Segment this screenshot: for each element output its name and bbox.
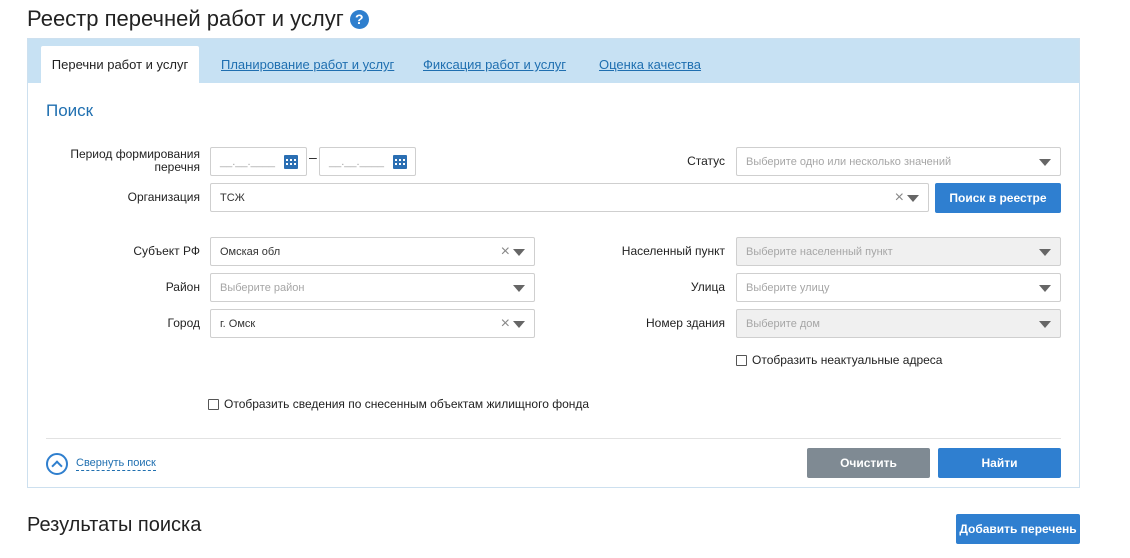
registry-search-button[interactable]: Поиск в реестре — [935, 183, 1061, 213]
tab-bar: Перечни работ и услуг Планирование работ… — [28, 39, 1079, 83]
calendar-icon[interactable] — [393, 155, 407, 169]
locality-label: Населенный пункт — [621, 244, 725, 258]
period-to-input[interactable]: __.__.____ — [319, 147, 416, 176]
chevron-down-icon[interactable] — [1039, 249, 1051, 256]
city-select[interactable]: г. Омск × — [210, 309, 535, 338]
outdated-addresses-option[interactable]: Отобразить неактуальные адреса — [736, 353, 942, 367]
period-from-placeholder: __.__.____ — [220, 155, 276, 168]
close-icon[interactable]: × — [501, 244, 510, 260]
clear-button[interactable]: Очистить — [807, 448, 930, 478]
demolished-objects-checkbox[interactable] — [208, 398, 219, 410]
tab-quality[interactable]: Оценка качества — [599, 46, 701, 83]
building-label: Номер здания — [645, 316, 725, 330]
search-panel: Перечни работ и услуг Планирование работ… — [27, 38, 1080, 488]
street-select[interactable]: Выберите улицу — [736, 273, 1061, 302]
district-select[interactable]: Выберите район — [210, 273, 535, 302]
find-button[interactable]: Найти — [938, 448, 1061, 478]
locality-select[interactable]: Выберите населенный пункт — [736, 237, 1061, 266]
organization-label: Организация — [127, 190, 200, 204]
district-label: Район — [165, 280, 200, 294]
period-separator: – — [309, 149, 317, 165]
outdated-addresses-checkbox[interactable] — [736, 354, 747, 366]
chevron-up-icon[interactable] — [46, 453, 68, 475]
results-title: Результаты поиска — [27, 514, 202, 536]
tab-lists[interactable]: Перечни работ и услуг — [41, 46, 199, 83]
locality-placeholder: Выберите населенный пункт — [746, 245, 893, 258]
tab-recording[interactable]: Фиксация работ и услуг — [423, 46, 566, 83]
region-label: Субъект РФ — [133, 244, 200, 258]
help-icon[interactable]: ? — [349, 9, 369, 29]
street-label: Улица — [690, 280, 725, 294]
organization-value: ТСЖ — [220, 191, 245, 204]
collapse-search-toggle[interactable]: Свернуть поиск — [46, 453, 156, 475]
building-placeholder: Выберите дом — [746, 317, 820, 330]
street-placeholder: Выберите улицу — [746, 281, 830, 294]
chevron-down-icon[interactable] — [513, 249, 525, 256]
search-section-title: Поиск — [46, 101, 94, 120]
close-icon[interactable]: × — [501, 316, 510, 332]
organization-select[interactable]: ТСЖ × — [210, 183, 929, 212]
add-list-button[interactable]: Добавить перечень — [956, 514, 1080, 544]
outdated-addresses-label: Отобразить неактуальные адреса — [752, 353, 943, 367]
chevron-down-icon[interactable] — [1039, 285, 1051, 292]
region-value: Омская обл — [220, 245, 281, 258]
period-to-placeholder: __.__.____ — [329, 155, 385, 168]
collapse-search-link[interactable]: Свернуть поиск — [76, 457, 156, 471]
close-icon[interactable]: × — [895, 190, 904, 206]
chevron-down-icon[interactable] — [513, 321, 525, 328]
chevron-down-icon[interactable] — [513, 285, 525, 292]
chevron-down-icon[interactable] — [1039, 321, 1051, 328]
city-value: г. Омск — [220, 317, 256, 330]
district-placeholder: Выберите район — [220, 281, 305, 294]
chevron-down-icon[interactable] — [907, 195, 919, 202]
status-select[interactable]: Выберите одно или несколько значений — [736, 147, 1061, 176]
period-label: Период формирования перечня — [70, 147, 200, 174]
divider — [46, 438, 1061, 439]
chevron-down-icon[interactable] — [1039, 159, 1051, 166]
tab-planning[interactable]: Планирование работ и услуг — [221, 46, 394, 83]
demolished-objects-label: Отобразить сведения по снесенным объекта… — [224, 397, 590, 411]
status-label: Статус — [687, 154, 725, 168]
city-label: Город — [167, 316, 200, 330]
page-title: Реестр перечней работ и услуг ? — [27, 6, 369, 32]
building-select[interactable]: Выберите дом — [736, 309, 1061, 338]
region-select[interactable]: Омская обл × — [210, 237, 535, 266]
calendar-icon[interactable] — [284, 155, 298, 169]
period-from-input[interactable]: __.__.____ — [210, 147, 307, 176]
demolished-objects-option[interactable]: Отобразить сведения по снесенным объекта… — [208, 397, 589, 411]
page-title-text: Реестр перечней работ и услуг — [27, 6, 344, 31]
status-placeholder: Выберите одно или несколько значений — [746, 155, 952, 168]
